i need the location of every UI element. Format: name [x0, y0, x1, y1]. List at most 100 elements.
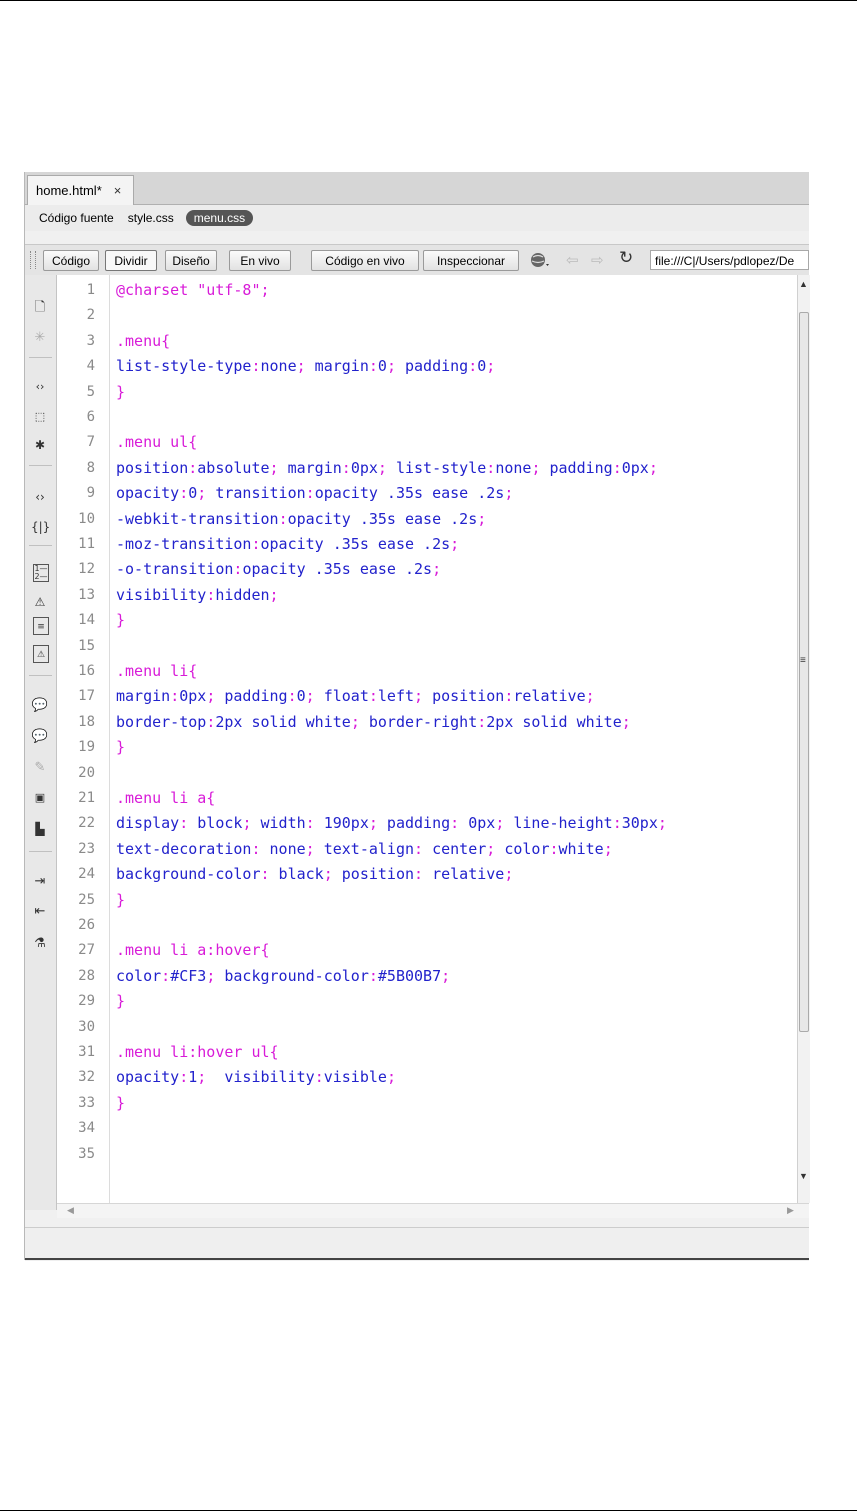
back-arrow-icon[interactable]: ⇦ — [566, 251, 579, 269]
scroll-left-arrow-icon[interactable]: ◀ — [67, 1205, 74, 1216]
highlight-invalid-code-icon[interactable]: ⚠ — [31, 593, 49, 611]
refresh-icon[interactable]: ↻ — [619, 248, 633, 268]
code-line[interactable]: 5} — [57, 380, 797, 405]
wrap-tag-icon[interactable]: ✎ — [31, 759, 49, 777]
line-number: 21 — [78, 790, 95, 806]
code-token: 0px — [179, 687, 207, 706]
code-line[interactable]: 26 — [57, 913, 797, 938]
vertical-scroll-thumb[interactable] — [799, 312, 809, 1032]
outdent-code-icon[interactable]: ⇤ — [31, 903, 49, 921]
code-token: background-color — [215, 966, 369, 985]
line-number: 6 — [86, 409, 95, 425]
code-line[interactable]: 25} — [57, 888, 797, 913]
related-file-codigo-fuente[interactable]: Código fuente — [39, 211, 114, 225]
live-view-button[interactable]: En vivo — [229, 250, 291, 271]
indent-code-icon[interactable]: ⇥ — [31, 873, 49, 891]
scroll-right-arrow-icon[interactable]: ▶ — [787, 1205, 794, 1216]
globe-icon[interactable] — [529, 251, 551, 273]
inspect-button[interactable]: Inspeccionar — [423, 250, 519, 271]
address-bar[interactable]: file:///C|/Users/pdlopez/De — [650, 250, 809, 270]
apply-comment-icon[interactable]: 💬 — [31, 697, 49, 715]
code-token: width — [251, 814, 306, 833]
word-wrap-icon[interactable]: ≡ — [33, 617, 49, 635]
window-bottom-edge — [25, 1258, 809, 1260]
code-line[interactable]: 11 -moz-transition:opacity .35s ease .2s; — [57, 532, 797, 557]
code-text: opacity:1; visibility:visible; — [116, 1065, 396, 1090]
code-line[interactable]: 35 — [57, 1142, 797, 1167]
code-line[interactable]: 19} — [57, 735, 797, 760]
code-line[interactable]: 28 color:#CF3; background-color:#5B00B7; — [57, 964, 797, 989]
code-line[interactable]: 24 background-color: black; position: rel… — [57, 862, 797, 887]
document-icon[interactable]: 🗋 — [31, 299, 49, 317]
collapse-full-tag-icon[interactable]: ‹› — [31, 378, 49, 396]
code-line[interactable]: 27 .menu li a:hover{ — [57, 938, 797, 963]
code-text: } — [116, 735, 125, 760]
code-line[interactable]: 21 .menu li a{ — [57, 786, 797, 811]
code-line[interactable]: 7 .menu ul{ — [57, 430, 797, 455]
code-token: ; — [197, 484, 207, 503]
code-line[interactable]: 13 visibility:hidden; — [57, 583, 797, 608]
coding-toolbar: 🗋 ✳ ‹› ⬚ ✱ ‹› {|} 1— 2— ⚠ ≡ ⚠ 💬 💬 ✎ ▣ ▙ ⇥… — [25, 275, 57, 1210]
code-line[interactable]: 16 .menu li{ — [57, 659, 797, 684]
split-view-button[interactable]: Dividir — [105, 250, 157, 271]
expand-all-icon[interactable]: ✱ — [31, 436, 49, 454]
document-tab-bar: home.html* × — [25, 172, 809, 205]
code-line[interactable]: 10 -webkit-transition:opacity .35s ease .… — [57, 507, 797, 532]
code-line[interactable]: 23 text-decoration: none; text-align: cen… — [57, 837, 797, 862]
select-parent-tag-icon[interactable]: ‹› — [31, 488, 49, 506]
code-line[interactable]: 12 -o-transition:opacity .35s ease .2s; — [57, 557, 797, 582]
code-line[interactable]: 9 opacity:0; transition:opacity .35s ease… — [57, 481, 797, 506]
collapse-selection-icon[interactable]: ⬚ — [31, 408, 49, 426]
code-editor[interactable]: 1 @charset "utf-8"; 2 3 .menu{4 list-style-ty… — [57, 275, 797, 1203]
code-line[interactable]: 6 — [57, 405, 797, 430]
code-token: : — [278, 509, 288, 528]
line-number: 28 — [78, 967, 95, 984]
code-line[interactable]: 20 — [57, 761, 797, 786]
move-css-icon[interactable]: ▙ — [31, 820, 49, 838]
code-line[interactable]: 18 border-top:2px solid white; border-rig… — [57, 710, 797, 735]
balance-braces-icon[interactable]: {|} — [31, 518, 50, 536]
design-view-button[interactable]: Diseño — [165, 250, 217, 271]
code-token: ; — [368, 814, 378, 833]
format-source-code-icon[interactable]: ⚗ — [31, 935, 49, 953]
scroll-down-arrow-icon[interactable]: ▼ — [799, 1171, 808, 1181]
code-token: } — [116, 992, 126, 1011]
code-line[interactable]: 31 .menu li:hover ul{ — [57, 1040, 797, 1065]
related-file-menu-css[interactable]: menu.css — [185, 210, 254, 226]
close-icon[interactable]: × — [114, 183, 122, 198]
code-line[interactable]: 4 list-style-type:none; margin:0; padding… — [57, 354, 797, 379]
line-number: 25 — [78, 891, 95, 908]
horizontal-scrollbar[interactable]: ◀ ▶ — [57, 1203, 809, 1218]
code-line[interactable]: 8 position:absolute; margin:0px; list-sty… — [57, 456, 797, 481]
code-line[interactable]: 22 display: block; width: 190px; padding:… — [57, 811, 797, 836]
code-line[interactable]: 30 — [57, 1015, 797, 1040]
code-line[interactable]: 29} — [57, 989, 797, 1014]
syntax-coloring-icon[interactable]: ⚠ — [33, 645, 49, 663]
star-icon[interactable]: ✳ — [31, 329, 49, 347]
code-token: : — [188, 458, 198, 477]
code-line[interactable]: 33} — [57, 1091, 797, 1116]
document-tab[interactable]: home.html* × — [27, 175, 135, 205]
code-line[interactable]: 15 — [57, 634, 797, 659]
code-token: display — [116, 814, 180, 833]
recent-snippets-icon[interactable]: ▣ — [31, 789, 49, 807]
code-token: ; — [621, 712, 631, 731]
code-line[interactable]: 3 .menu{ — [57, 329, 797, 354]
code-line[interactable]: 2 — [57, 303, 797, 328]
code-token: : — [305, 484, 315, 503]
vertical-scrollbar[interactable]: ▲ ≡ ▼ — [797, 275, 810, 1203]
code-line[interactable]: 32 opacity:1; visibility:visible; — [57, 1065, 797, 1090]
code-line[interactable]: 14} — [57, 608, 797, 633]
related-file-style-css[interactable]: style.css — [128, 211, 174, 225]
code-line[interactable]: 1 @charset "utf-8"; — [57, 278, 797, 303]
code-line[interactable]: 17 margin:0px; padding:0; float:left; pos… — [57, 684, 797, 709]
live-code-button[interactable]: Código en vivo — [311, 250, 419, 271]
code-view-button[interactable]: Código — [43, 250, 99, 271]
code-line[interactable]: 34 — [57, 1116, 797, 1141]
scroll-up-arrow-icon[interactable]: ▲ — [799, 279, 808, 289]
line-numbers-icon[interactable]: 1— 2— — [33, 564, 49, 582]
toolbar-grip[interactable] — [30, 251, 36, 269]
forward-arrow-icon[interactable]: ⇨ — [591, 251, 604, 269]
remove-comment-icon[interactable]: 💬 — [31, 728, 49, 746]
code-token: ; — [305, 839, 315, 858]
